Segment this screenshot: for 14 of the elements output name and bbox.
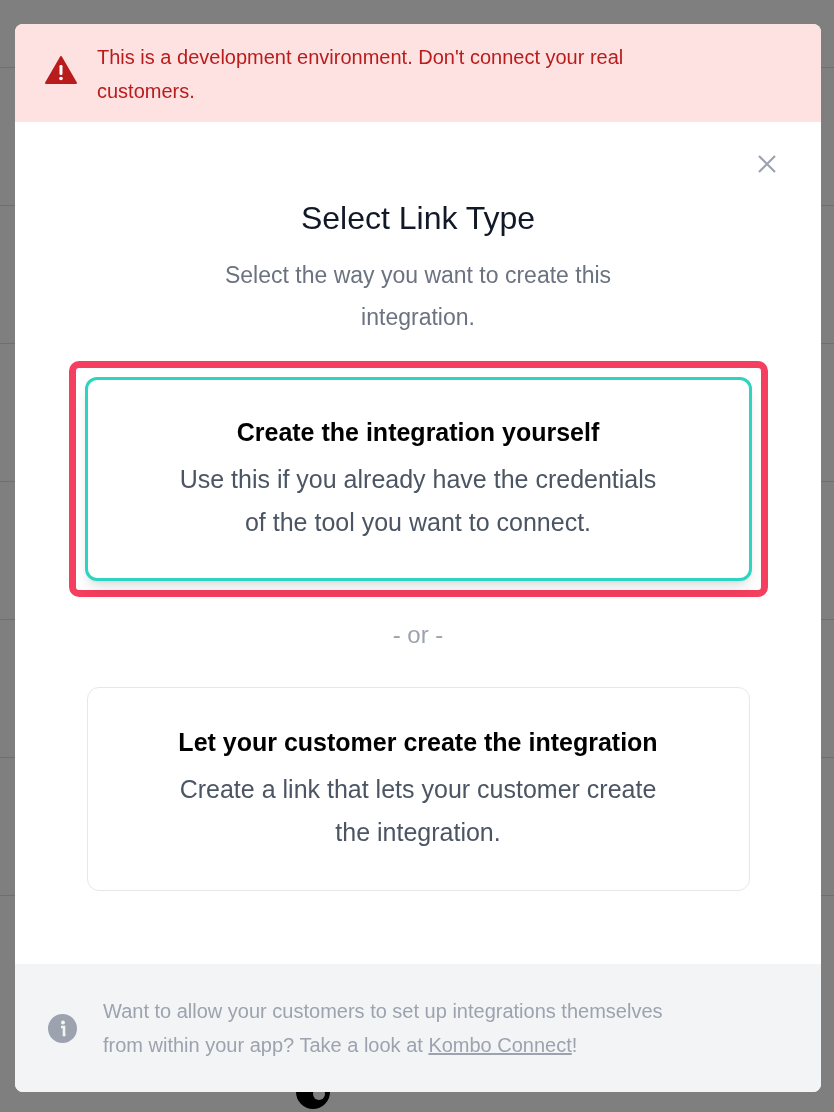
dialog-subtitle: Select the way you want to create this integration. <box>223 261 613 332</box>
info-icon <box>48 1013 77 1043</box>
warning-icon <box>45 56 77 84</box>
option-card[interactable]: Let your customer create the integration Create a link that lets your customer create the integration. <box>86 687 750 891</box>
warning-text: This is a development environment. Don't connect your real customers. <box>97 45 625 104</box>
footer-text: Want to allow your customers to set up integrations themselves from within your app? Take a look at Kombo Connect! <box>103 999 664 1058</box>
separator-text: - or - <box>392 620 444 650</box>
option-description: Use this if you already have the credentials of the tool you want to connect. <box>178 463 658 538</box>
dialog-title: Select Link Type <box>300 199 536 238</box>
option-title: Create the integration yourself <box>236 417 600 449</box>
option-title: Let your customer create the integration <box>178 727 658 759</box>
option-description: Create a link that lets your customer create the integration. <box>178 773 658 848</box>
option-card[interactable]: Create the integration yourself Use this if you already have the credentials of the tool you want to connect. <box>84 377 752 581</box>
close-icon <box>757 154 777 174</box>
